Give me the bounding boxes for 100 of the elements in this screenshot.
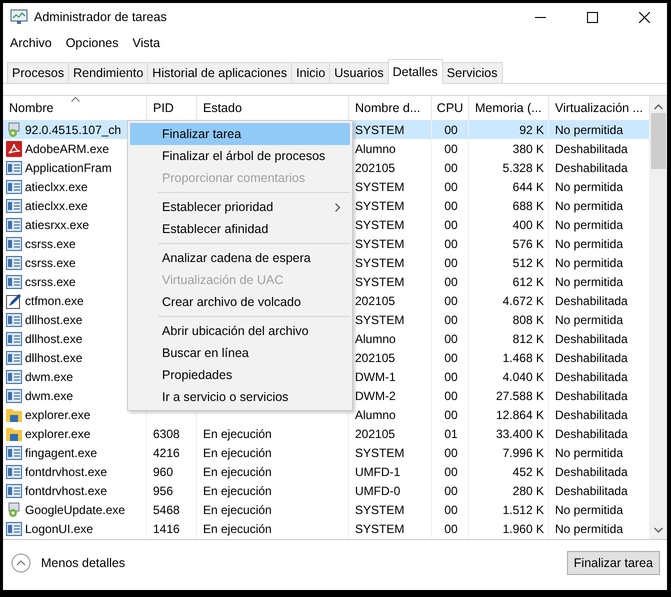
table-cell: SYSTEM: [355, 502, 404, 516]
table-cell: 00: [444, 236, 458, 250]
table-cell: 92.0.4515.107_ch: [25, 122, 122, 136]
table-cell: 00: [444, 502, 458, 516]
table-cell: 4.040 K: [502, 370, 544, 384]
table-cell: Alumno: [355, 142, 396, 156]
table-cell: csrss.exe: [25, 274, 76, 288]
table-cell: SYSTEM: [355, 256, 404, 270]
table-cell: No permitida: [555, 256, 624, 270]
table-cell: 12.864 K: [496, 408, 544, 422]
table-cell: No permitida: [555, 198, 624, 212]
table-cell: 6308: [153, 426, 180, 440]
table-cell: DWM-2: [355, 388, 396, 402]
table-cell: 00: [444, 256, 458, 270]
table-cell: SYSTEM: [355, 274, 404, 288]
table-cell: SYSTEM: [355, 180, 404, 194]
table-cell: csrss.exe: [25, 256, 76, 270]
table-cell: SYSTEM: [355, 312, 404, 326]
table-cell: 00: [444, 180, 458, 194]
table-cell: SYSTEM: [355, 446, 404, 460]
table-cell: 00: [444, 522, 458, 536]
table-cell: Deshabilitada: [555, 370, 628, 384]
table-cell: atieclxx.exe: [25, 198, 88, 212]
table-cell: 00: [444, 464, 458, 478]
table-cell: GoogleUpdate.exe: [25, 502, 126, 516]
table-cell: 5468: [153, 502, 180, 516]
table-cell: explorer.exe: [25, 426, 90, 440]
table-cell: Deshabilitada: [555, 160, 628, 174]
table-cell: 1.960 K: [502, 522, 544, 536]
table-cell: 27.588 K: [496, 388, 544, 402]
table-cell: No permitida: [555, 522, 624, 536]
table-cell: En ejecución: [203, 426, 272, 440]
table-cell: 576 K: [512, 236, 544, 250]
table-cell: AdobeARM.exe: [25, 142, 110, 156]
table-cell: 4.672 K: [502, 294, 544, 308]
table-cell: 644 K: [512, 180, 544, 194]
table-cell: Alumno: [355, 408, 396, 422]
table-cell: Deshabilitada: [555, 484, 628, 498]
table-cell: 1.468 K: [502, 350, 544, 364]
table-cell: 00: [444, 274, 458, 288]
table-cell: Deshabilitada: [555, 332, 628, 346]
table-cell: Alumno: [355, 332, 396, 346]
table-cell: dllhost.exe: [25, 312, 82, 326]
table-cell: 00: [444, 218, 458, 232]
table-cell: 92 K: [519, 122, 544, 136]
table-cell: ApplicationFram: [25, 160, 112, 174]
table-cell: 380 K: [512, 142, 544, 156]
window-title: Administrador de tareas: [34, 10, 168, 24]
table-cell: 4216: [153, 446, 180, 460]
table-cell: 00: [444, 198, 458, 212]
table-cell: 202105: [355, 294, 396, 308]
table-cell: 00: [444, 332, 458, 346]
table-cell: Deshabilitada: [555, 350, 628, 364]
table-cell: 00: [444, 446, 458, 460]
table-cell: SYSTEM: [355, 122, 404, 136]
table-cell: UMFD-0: [355, 484, 400, 498]
table-cell: No permitida: [555, 312, 624, 326]
table-cell: No permitida: [555, 180, 624, 194]
table-cell: No permitida: [555, 274, 624, 288]
table-cell: En ejecución: [203, 522, 272, 536]
table-cell: 00: [444, 350, 458, 364]
table-cell: dllhost.exe: [25, 350, 82, 364]
table-cell: atiesrxx.exe: [25, 218, 90, 232]
table-cell: 202105: [355, 426, 396, 440]
table-cell: No permitida: [555, 122, 624, 136]
table-cell: fontdrvhost.exe: [25, 484, 108, 498]
table-cell: ctfmon.exe: [25, 294, 84, 308]
table-cell: 00: [444, 484, 458, 498]
table-cell: No permitida: [555, 218, 624, 232]
table-cell: SYSTEM: [355, 236, 404, 250]
table-cell: 33.400 K: [496, 426, 544, 440]
table-cell: 452 K: [512, 464, 544, 478]
table-cell: 960: [153, 464, 174, 478]
table-cell: En ejecución: [203, 464, 272, 478]
table-cell: 202105: [355, 350, 396, 364]
table-cell: 00: [444, 142, 458, 156]
table-cell: 00: [444, 160, 458, 174]
table-cell: 01: [444, 426, 458, 440]
table-cell: SYSTEM: [355, 522, 404, 536]
table-cell: 812 K: [512, 332, 544, 346]
table-cell: Deshabilitada: [555, 426, 628, 440]
table-cell: No permitida: [555, 446, 624, 460]
table-cell: dwm.exe: [25, 388, 74, 402]
table-cell: 512 K: [512, 256, 544, 270]
table-cell: dllhost.exe: [25, 332, 82, 346]
table-cell: 00: [444, 388, 458, 402]
table-cell: 688 K: [512, 198, 544, 212]
table-cell: Deshabilitada: [555, 142, 628, 156]
table-cell: csrss.exe: [25, 236, 76, 250]
table-cell: DWM-1: [355, 370, 396, 384]
table-cell: explorer.exe: [25, 408, 90, 422]
table-cell: SYSTEM: [355, 218, 404, 232]
table-cell: No permitida: [555, 502, 624, 516]
table-cell: 1416: [153, 522, 180, 536]
table-cell: dwm.exe: [25, 370, 74, 384]
table-cell: No permitida: [555, 236, 624, 250]
table-cell: 612 K: [512, 274, 544, 288]
table-cell: 5.328 K: [502, 160, 544, 174]
table-cell: 7.996 K: [502, 446, 544, 460]
table-cell: En ejecución: [203, 502, 272, 516]
